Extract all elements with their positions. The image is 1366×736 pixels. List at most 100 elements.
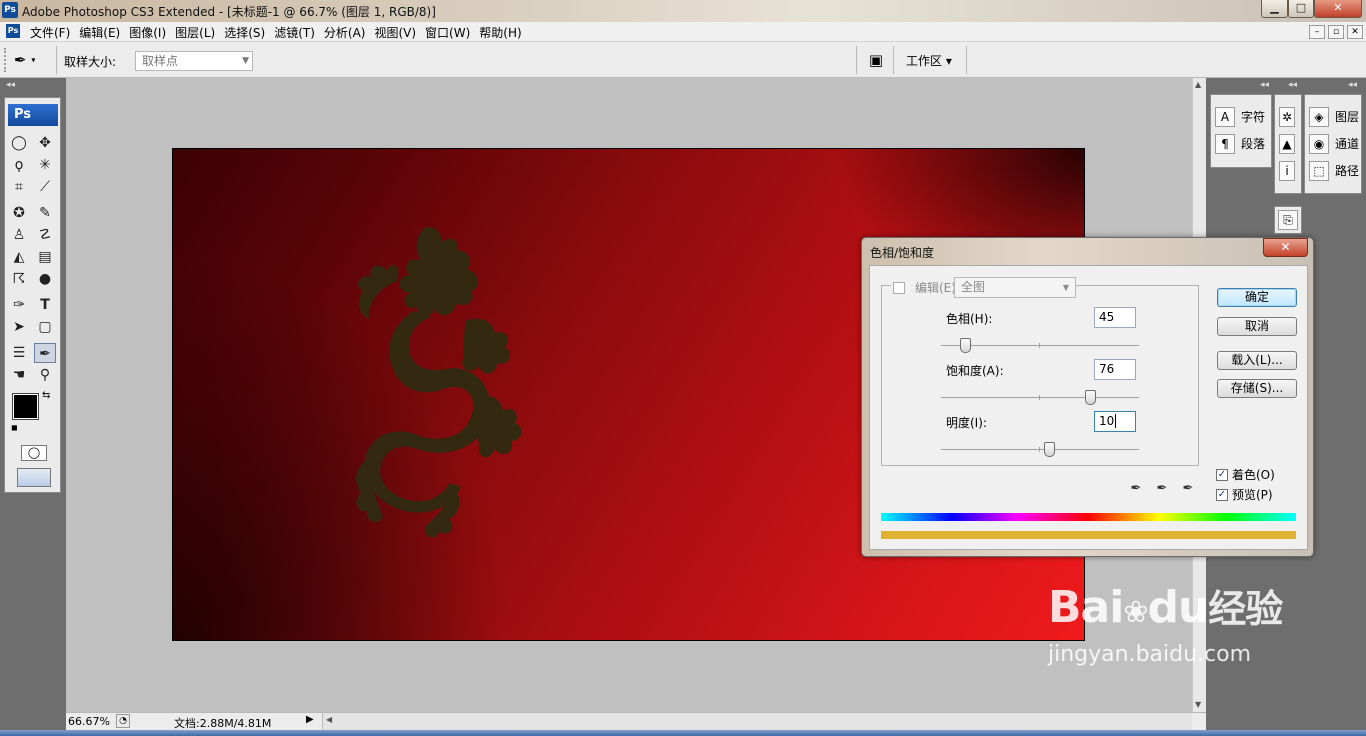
panel-tab[interactable]: i — [1275, 157, 1301, 184]
cancel-button[interactable]: 取消 — [1217, 317, 1297, 336]
hue-saturation-dialog: 色相/饱和度 ✕ 编辑(E): 全图 ▼ 色相(H): 45 饱和度(A): 7… — [861, 237, 1314, 557]
zoom-level[interactable]: 66.67% — [68, 715, 114, 728]
hand-tool-icon[interactable]: ☚ — [8, 365, 30, 385]
healing-brush-tool-icon[interactable]: ✪ — [8, 203, 30, 223]
options-grip[interactable] — [4, 48, 10, 72]
gradient-tool-icon[interactable]: ▤ — [34, 247, 56, 267]
history-brush-tool-icon[interactable]: ☡ — [34, 225, 56, 245]
lightness-slider-track[interactable] — [941, 447, 1139, 452]
swap-colors-icon[interactable]: ⇆ — [42, 390, 50, 401]
panel-tab[interactable]: ✲ — [1275, 103, 1301, 130]
menu-item[interactable]: 编辑(E) — [77, 24, 127, 41]
status-menu-icon[interactable]: ◔ — [116, 714, 130, 728]
quick-mask-icon[interactable]: ◯ — [21, 445, 47, 461]
panel-tab[interactable]: ⬚ 路径 — [1305, 157, 1361, 184]
menu-item[interactable]: 帮助(H) — [477, 24, 528, 41]
shape-tool-icon[interactable]: ▢ — [34, 317, 56, 337]
menu-item[interactable]: 视图(V) — [372, 24, 423, 41]
eraser-tool-icon[interactable]: ◭ — [8, 247, 30, 267]
status-menu-arrow-icon[interactable]: ▶ — [306, 714, 314, 725]
minimize-window-button[interactable]: ▁ — [1261, 0, 1288, 18]
panel-tab[interactable]: ¶ 段落 — [1211, 130, 1271, 157]
sample-size-select[interactable]: 取样点 ▼ — [135, 51, 253, 71]
colorize-checkbox[interactable]: ✓ — [1216, 468, 1228, 481]
notes-tool-icon[interactable]: ☰ — [8, 343, 30, 363]
dialog-close-button[interactable]: ✕ — [1263, 238, 1308, 257]
dodge-tool-icon[interactable]: ● — [34, 269, 56, 289]
panel-tab[interactable]: ▲ — [1275, 130, 1301, 157]
default-colors-icon[interactable]: ◼ — [11, 423, 18, 432]
saturation-input[interactable]: 76 — [1094, 359, 1136, 380]
lightness-input[interactable]: 10 — [1094, 411, 1136, 432]
menu-item[interactable]: 窗口(W) — [423, 24, 477, 41]
clone-stamp-tool-icon[interactable]: ♙ — [8, 225, 30, 245]
move-tool-icon[interactable]: ✥ — [34, 133, 56, 153]
menu-item[interactable]: 滤镜(T) — [272, 24, 322, 41]
panel-collapse-button[interactable]: ◂◂ — [1288, 80, 1297, 90]
close-window-button[interactable]: ✕ — [1314, 0, 1362, 18]
save-button[interactable]: 存储(S)... — [1217, 379, 1297, 398]
scroll-left-icon[interactable]: ◀ — [326, 715, 332, 724]
panel-label: 字符 — [1241, 110, 1266, 124]
baidu-watermark: Bai❀du经验 jingyan.baidu.com — [1048, 585, 1283, 668]
menu-item[interactable]: 分析(A) — [322, 24, 373, 41]
panel-collapse-button[interactable]: ◂◂ — [1348, 80, 1357, 90]
marquee-tool-icon[interactable]: ◯ — [8, 133, 30, 153]
panel-tab[interactable]: A 字符 — [1211, 103, 1271, 130]
crop-tool-icon[interactable]: ⌗ — [8, 177, 30, 197]
history-panel-icon[interactable]: ⎘ — [1278, 210, 1298, 230]
edit-channel-select[interactable]: 全图 ▼ — [954, 277, 1076, 298]
path-selection-tool-icon[interactable]: ➤ — [8, 317, 30, 337]
hue-input[interactable]: 45 — [1094, 307, 1136, 328]
colorize-option[interactable]: ✓ 着色(O) — [1216, 466, 1275, 483]
slice-tool-icon[interactable]: ⟋ — [34, 177, 56, 197]
load-button[interactable]: 载入(L)... — [1217, 351, 1297, 370]
lasso-tool-icon[interactable]: ϙ — [8, 155, 30, 175]
type-tool-icon[interactable]: T — [34, 295, 56, 315]
blur-tool-icon[interactable]: ☈ — [8, 269, 30, 289]
workspace-menu-button[interactable]: 工作区 ▾ — [906, 52, 952, 69]
maximize-window-button[interactable]: □ — [1288, 0, 1314, 18]
doc-restore-button[interactable]: ▫ — [1328, 25, 1344, 39]
magic-wand-tool-icon[interactable]: ✳ — [34, 155, 56, 175]
doc-minimize-button[interactable]: – — [1309, 25, 1325, 39]
saturation-slider-track[interactable] — [941, 395, 1139, 400]
preview-checkbox[interactable]: ✓ — [1216, 488, 1228, 501]
panel-tab[interactable]: ◈ 图层 — [1305, 103, 1361, 130]
zoom-tool-icon[interactable]: ⚲ — [34, 365, 56, 385]
doc-close-button[interactable]: ✕ — [1347, 25, 1363, 39]
eyedropper-tool-icon[interactable]: ✒ — [34, 343, 56, 363]
eyedropper-icon[interactable]: ✒ — [1127, 480, 1145, 498]
panel-icon: ¶ — [1215, 133, 1235, 154]
panel-label: 路径 — [1335, 164, 1360, 178]
lightness-label: 明度(I): — [946, 416, 987, 430]
screen-mode-icon[interactable] — [17, 468, 51, 487]
preview-option[interactable]: ✓ 预览(P) — [1216, 486, 1273, 503]
panel-tab[interactable]: ◉ 通道 — [1305, 130, 1361, 157]
panel-collapse-button[interactable]: ◂◂ — [1260, 80, 1269, 90]
menu-item[interactable]: 图层(L) — [173, 24, 222, 41]
foreground-color-swatch[interactable] — [12, 393, 39, 420]
menu-item[interactable]: 文件(F) — [28, 24, 77, 41]
lightness-slider-thumb[interactable] — [1043, 442, 1055, 457]
file-browser-icon[interactable]: ▣ — [864, 50, 888, 70]
brush-tool-icon[interactable]: ✎ — [34, 203, 56, 223]
eyedropper-plus-icon[interactable]: ✒ — [1153, 480, 1171, 498]
menu-item[interactable]: 图像(I) — [127, 24, 173, 41]
ok-button[interactable]: 确定 — [1217, 288, 1297, 307]
eyedropper-minus-icon[interactable]: ✒ — [1179, 480, 1197, 498]
document-icon[interactable]: Ps — [6, 24, 20, 38]
hue-slider-thumb[interactable] — [959, 338, 971, 353]
panel-group-type: A 字符 ¶ 段落 — [1210, 94, 1272, 168]
panel-label: 图层 — [1335, 110, 1360, 124]
eyedropper-tool-preset-icon[interactable]: ✒ ▾ — [14, 50, 48, 70]
menu-item[interactable]: 选择(S) — [222, 24, 272, 41]
toolbox-collapse-button[interactable]: ◂◂ — [6, 80, 15, 90]
saturation-slider-thumb[interactable] — [1085, 390, 1097, 405]
scroll-down-icon[interactable]: ▼ — [1195, 700, 1201, 709]
options-separator — [56, 46, 57, 74]
panel-label: 段落 — [1241, 137, 1266, 151]
scroll-up-icon[interactable]: ▲ — [1195, 80, 1201, 89]
pen-tool-icon[interactable]: ✑ — [8, 295, 30, 315]
horizontal-scrollbar[interactable]: ◀ — [322, 713, 1192, 730]
